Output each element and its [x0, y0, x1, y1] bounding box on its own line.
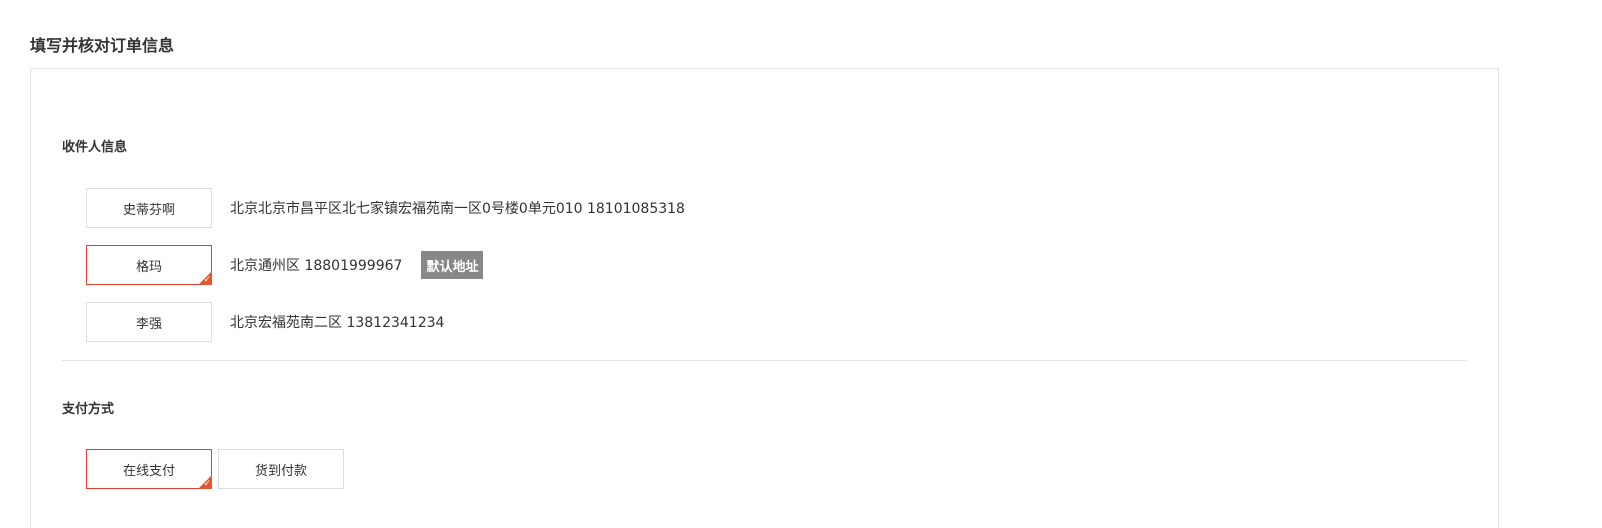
payment-online-button[interactable]: 在线支付 ✓ [86, 449, 212, 489]
check-icon: ✓ [198, 475, 212, 489]
payment-cod-button[interactable]: 货到付款 [218, 449, 344, 489]
recipient-name: 李强 [135, 316, 162, 332]
check-icon: ✓ [198, 271, 212, 285]
recipient-row: 史蒂芬啊 北京北京市昌平区北七家镇宏福苑南一区0号楼0单元010 1810108… [86, 188, 685, 228]
recipient-address: 北京北京市昌平区北七家镇宏福苑南一区0号楼0单元010 18101085318 [230, 201, 685, 217]
recipient-row: 李强 北京宏福苑南二区 13812341234 [86, 302, 444, 342]
recipient-option-1[interactable]: 史蒂芬啊 [86, 188, 212, 228]
recipient-address: 北京通州区 18801999967 [230, 258, 403, 274]
recipient-section-title: 收件人信息 [62, 140, 128, 155]
page-title: 填写并核对订单信息 [30, 36, 175, 55]
section-divider [62, 360, 1467, 361]
payment-option-label: 在线支付 [122, 463, 175, 479]
payment-options: 在线支付 ✓ 货到付款 [86, 449, 344, 489]
order-info-panel: 收件人信息 史蒂芬啊 北京北京市昌平区北七家镇宏福苑南一区0号楼0单元010 1… [30, 68, 1499, 528]
payment-section-title: 支付方式 [62, 402, 115, 417]
default-address-badge: 默认地址 [421, 251, 484, 279]
recipient-option-3[interactable]: 李强 [86, 302, 212, 342]
recipient-address: 北京宏福苑南二区 13812341234 [230, 315, 445, 331]
payment-option-label: 货到付款 [254, 463, 307, 479]
recipient-row: 格玛 ✓ 北京通州区 18801999967 默认地址 [86, 245, 484, 285]
recipient-name: 史蒂芬啊 [122, 202, 175, 218]
recipient-option-2[interactable]: 格玛 ✓ [86, 245, 212, 285]
recipient-name: 格玛 [135, 259, 162, 275]
